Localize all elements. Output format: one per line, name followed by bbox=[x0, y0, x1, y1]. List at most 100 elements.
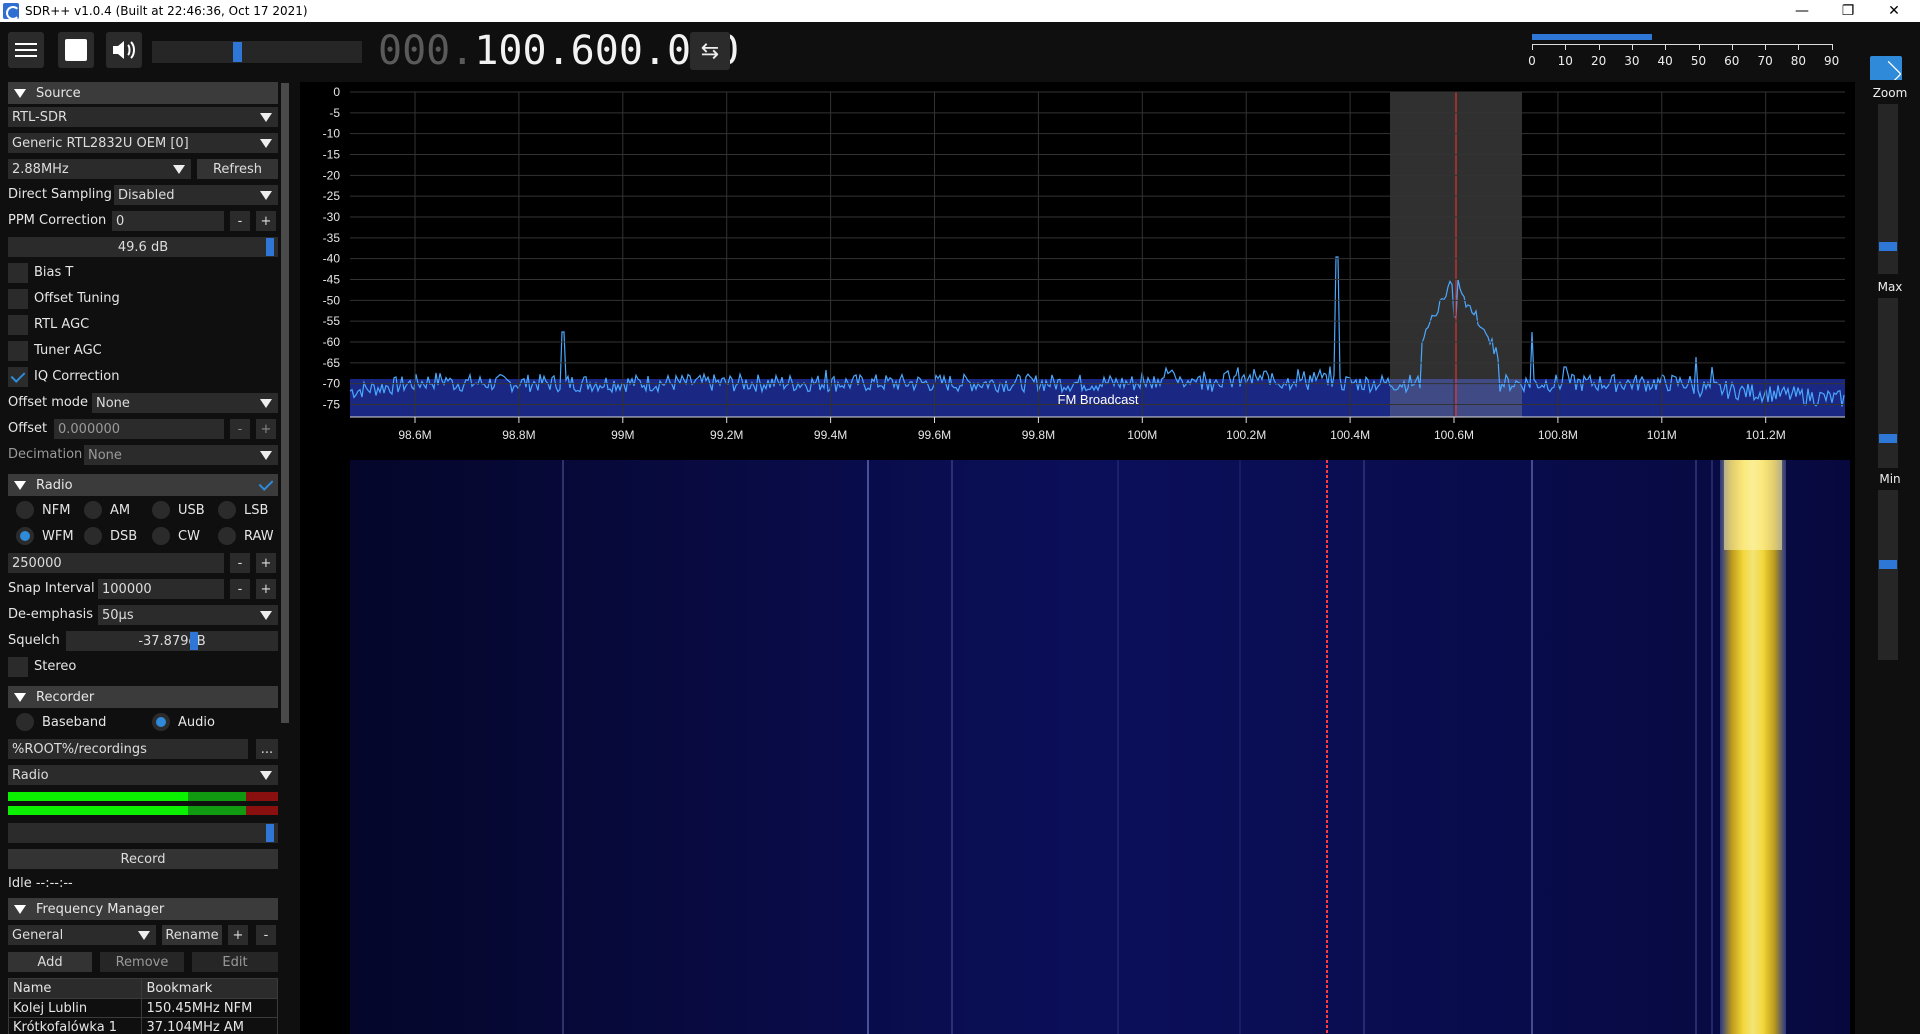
mode-wfm-radio[interactable] bbox=[16, 527, 34, 545]
min-slider-thumb[interactable] bbox=[1879, 560, 1897, 569]
audio-level-meter-right bbox=[8, 806, 278, 815]
sample-rate-select[interactable]: 2.88MHz bbox=[8, 159, 191, 179]
ppm-increment-button[interactable]: + bbox=[256, 211, 276, 231]
mode-dsb-radio[interactable] bbox=[84, 527, 102, 545]
max-slider-thumb[interactable] bbox=[1879, 434, 1897, 443]
direct-sampling-select[interactable]: Disabled bbox=[114, 185, 278, 205]
left-panel-scrollbar[interactable] bbox=[281, 83, 289, 723]
zoom-slider-thumb[interactable] bbox=[1879, 242, 1897, 251]
frequency-manager-header[interactable]: Frequency Manager bbox=[8, 898, 278, 920]
decimation-select[interactable]: None bbox=[84, 445, 278, 465]
frequency-display[interactable]: 000.100.600.000 bbox=[378, 28, 739, 74]
audio-label: Audio bbox=[178, 715, 215, 730]
de-emphasis-select[interactable]: 50µs bbox=[98, 605, 278, 625]
source-header[interactable]: Source bbox=[8, 82, 278, 104]
tuner-agc-label: Tuner AGC bbox=[34, 343, 102, 358]
add-list-button[interactable]: + bbox=[228, 925, 248, 945]
device-select[interactable]: Generic RTL2832U OEM [0] bbox=[8, 133, 278, 153]
radio-enabled-checkbox[interactable] bbox=[256, 475, 276, 495]
mode-nfm-radio[interactable] bbox=[16, 501, 34, 519]
volume-slider[interactable] bbox=[152, 41, 362, 63]
tuner-agc-checkbox[interactable] bbox=[8, 341, 28, 361]
fft-x-tick: 98.8M bbox=[502, 428, 535, 442]
speaker-icon[interactable] bbox=[106, 32, 142, 68]
bookmark-frequency: 150.45MHz NFM bbox=[141, 998, 278, 1018]
offset-decrement-button[interactable]: - bbox=[230, 419, 250, 439]
snap-decrement-button[interactable]: - bbox=[230, 579, 250, 599]
gain-slider[interactable]: 49.6 dB bbox=[8, 237, 278, 257]
min-slider[interactable] bbox=[1878, 490, 1898, 660]
table-row[interactable]: Kolej Lublin 150.45MHz NFM bbox=[7, 998, 278, 1018]
fft-x-tick: 100.6M bbox=[1434, 428, 1474, 442]
recorder-header[interactable]: Recorder bbox=[8, 686, 278, 708]
rtl-agc-checkbox[interactable] bbox=[8, 315, 28, 335]
volume-slider-thumb[interactable] bbox=[233, 42, 242, 62]
snap-increment-button[interactable]: + bbox=[256, 579, 276, 599]
gain-slider-thumb[interactable] bbox=[266, 238, 274, 256]
swap-icon[interactable]: ⇆ bbox=[690, 32, 730, 70]
chevron-down-icon bbox=[138, 931, 150, 940]
stereo-checkbox[interactable] bbox=[8, 657, 28, 677]
recorder-stream-select[interactable]: Radio bbox=[8, 765, 278, 785]
squelch-slider[interactable]: -37.879dB bbox=[66, 631, 278, 651]
remove-bookmark-button[interactable]: Remove bbox=[100, 952, 184, 972]
offset-mode-select[interactable]: None bbox=[92, 393, 278, 413]
spectrum-area[interactable]: 0 -5 -10 -15 -20 -25 -30 -35 -40 -45 -50 -55 -60 -65 -… bbox=[300, 82, 1855, 1034]
stop-icon[interactable] bbox=[58, 32, 94, 68]
mode-am-radio[interactable] bbox=[84, 501, 102, 519]
snr-tick-label: 10 bbox=[1557, 54, 1573, 68]
bandwidth-increment-button[interactable]: + bbox=[256, 553, 276, 573]
baseband-label: Baseband bbox=[42, 715, 107, 730]
offset-input[interactable]: 0.000000 bbox=[54, 419, 224, 439]
fft-x-tick: 101.2M bbox=[1746, 428, 1786, 442]
close-button[interactable]: ✕ bbox=[1871, 0, 1917, 22]
iq-correction-checkbox[interactable] bbox=[8, 367, 28, 387]
bandwidth-decrement-button[interactable]: - bbox=[230, 553, 250, 573]
remove-list-button[interactable]: - bbox=[256, 925, 276, 945]
ppm-correction-input[interactable]: 0 bbox=[112, 211, 224, 231]
column-name-header[interactable]: Name bbox=[7, 978, 143, 999]
restore-button[interactable]: ❐ bbox=[1825, 0, 1871, 22]
recording-path-input[interactable]: %ROOT%/recordings bbox=[8, 739, 248, 759]
mode-cw-radio[interactable] bbox=[152, 527, 170, 545]
fft-y-tick: -40 bbox=[323, 252, 341, 266]
squelch-slider-thumb[interactable] bbox=[190, 632, 198, 650]
chevron-down-icon bbox=[173, 165, 185, 174]
record-button[interactable]: Record bbox=[8, 849, 278, 869]
audio-radio[interactable] bbox=[152, 713, 170, 731]
band-label: FM Broadcast bbox=[1058, 392, 1139, 407]
offset-tuning-checkbox[interactable] bbox=[8, 289, 28, 309]
snap-interval-input[interactable]: 100000 bbox=[98, 579, 224, 599]
bookmark-table-header: Name Bookmark bbox=[7, 978, 278, 999]
fft-plot[interactable]: 0 -5 -10 -15 -20 -25 -30 -35 -40 -45 -50 -55 -60 -65 -… bbox=[300, 82, 1855, 452]
bandwidth-input[interactable]: 250000 bbox=[8, 553, 224, 573]
recorder-volume-thumb[interactable] bbox=[266, 824, 274, 842]
offset-increment-button[interactable]: + bbox=[256, 419, 276, 439]
column-bookmark-header[interactable]: Bookmark bbox=[141, 978, 278, 999]
add-bookmark-button[interactable]: Add bbox=[8, 952, 92, 972]
table-row[interactable]: Krótkofalówka 1 37.104MHz AM bbox=[7, 1017, 278, 1034]
refresh-button[interactable]: Refresh bbox=[197, 159, 278, 179]
minimize-button[interactable]: — bbox=[1779, 0, 1825, 22]
ppm-decrement-button[interactable]: - bbox=[230, 211, 250, 231]
snr-meter: 0 10 20 30 40 50 60 70 80 90 bbox=[1528, 34, 1840, 86]
rename-list-button[interactable]: Rename bbox=[162, 925, 222, 945]
bias-t-checkbox[interactable] bbox=[8, 263, 28, 283]
radio-header[interactable]: Radio bbox=[8, 474, 278, 496]
mode-raw-radio[interactable] bbox=[218, 527, 236, 545]
collapse-icon bbox=[14, 480, 26, 490]
browse-button[interactable]: ... bbox=[256, 739, 278, 759]
menu-icon[interactable] bbox=[8, 32, 44, 68]
waterfall[interactable] bbox=[300, 460, 1855, 1034]
offset-label: Offset bbox=[8, 421, 48, 436]
source-type-select[interactable]: RTL-SDR bbox=[8, 107, 278, 127]
mode-lsb-radio[interactable] bbox=[218, 501, 236, 519]
recorder-volume-slider[interactable] bbox=[8, 823, 278, 843]
baseband-radio[interactable] bbox=[16, 713, 34, 731]
max-slider[interactable] bbox=[1878, 298, 1898, 468]
bookmark-list-select[interactable]: General bbox=[8, 925, 156, 945]
snr-tick bbox=[1598, 44, 1600, 50]
zoom-slider[interactable] bbox=[1878, 104, 1898, 274]
mode-usb-radio[interactable] bbox=[152, 501, 170, 519]
edit-bookmark-button[interactable]: Edit bbox=[192, 952, 278, 972]
